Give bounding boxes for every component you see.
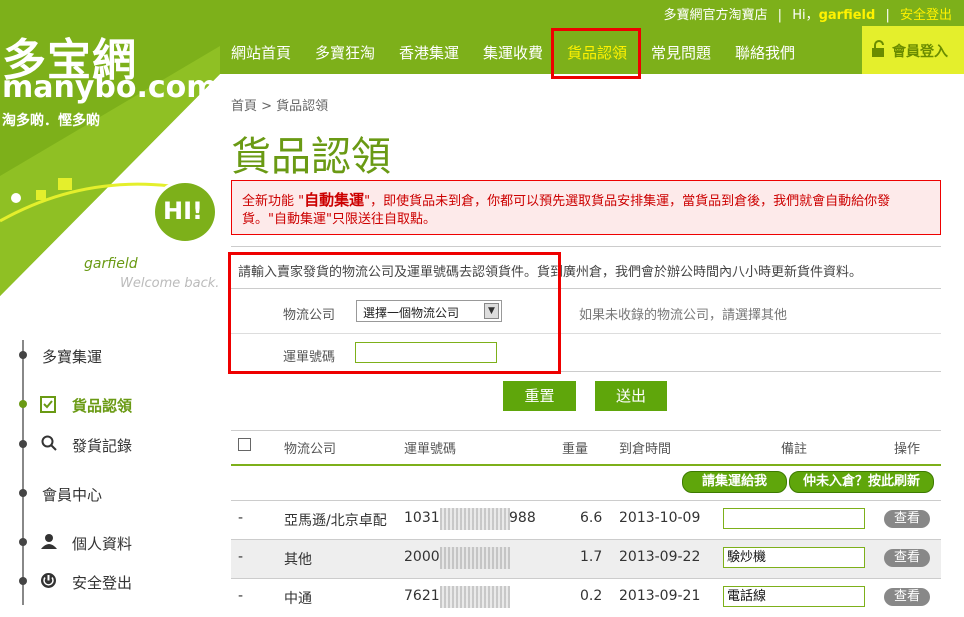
logout-link[interactable]: 安全登出	[900, 8, 952, 23]
slogan: 淘多啲．慳多啲	[2, 113, 100, 129]
page-title: 貨品認領	[231, 134, 391, 180]
taobao-shop-link[interactable]: 多寶網官方淘寶店	[664, 8, 768, 23]
breadcrumb: 首頁 > 貨品認領	[231, 99, 329, 114]
alert-prefix: 全新功能 "	[242, 194, 305, 209]
hi-bubble-text: HI!	[163, 197, 203, 225]
bullet-dot	[19, 400, 27, 408]
redacted-tracking	[440, 586, 510, 608]
member-login-button[interactable]: 會員登入	[862, 26, 964, 74]
courier-hint: 如果未收錄的物流公司，請選擇其他	[579, 308, 788, 323]
sidebar-item-claim[interactable]: 貨品認領	[72, 395, 132, 416]
sidebar-username: garfield	[84, 256, 138, 272]
bullet-dot	[19, 351, 27, 359]
nav-contact[interactable]: 聯絡我們	[735, 42, 795, 63]
search-icon	[41, 435, 57, 451]
reset-button[interactable]: 重置	[503, 381, 576, 411]
row-courier: 亞馬遜/北京卓配	[284, 513, 387, 529]
greeting: Hi，	[792, 8, 819, 23]
nav-shopping[interactable]: 多寶狂淘	[315, 42, 375, 63]
row-tracking-end: 988	[509, 510, 536, 526]
row-courier: 其他	[284, 552, 312, 568]
divider	[231, 246, 941, 247]
divider: |	[777, 8, 783, 23]
view-button[interactable]: 查看	[884, 588, 930, 606]
hi-bubble-icon: HI!	[152, 180, 218, 244]
nav-faq[interactable]: 常見問題	[651, 42, 711, 63]
th-tracking: 運單號碼	[404, 442, 457, 457]
row-dash: -	[238, 549, 244, 565]
bullet-dot	[19, 489, 27, 497]
row-note-input[interactable]	[723, 508, 865, 529]
th-notes: 備註	[781, 442, 808, 457]
sidebar-timeline	[22, 340, 24, 605]
view-button[interactable]: 查看	[884, 510, 930, 528]
refresh-not-arrived-button[interactable]: 仲未入倉？按此刷新	[789, 471, 934, 493]
logo-bottom[interactable]: manybo.com	[2, 70, 218, 105]
nav-highlight-box	[551, 28, 641, 79]
redacted-tracking	[440, 508, 510, 530]
clipboard-check-icon	[40, 396, 56, 413]
alert-box: 全新功能 "自動集運"，即使貨品未到倉，你都可以預先選取貨品安排集運，當貨品到倉…	[231, 180, 941, 235]
user-icon	[41, 534, 57, 549]
row-date: 2013-09-22	[619, 549, 701, 565]
th-courier: 物流公司	[284, 442, 337, 457]
row-tracking-start: 7621	[404, 588, 440, 604]
bullet-dot	[19, 538, 27, 546]
row-weight: 1.7	[580, 549, 603, 565]
row-courier: 中通	[284, 591, 312, 607]
username-link[interactable]: garfield	[819, 8, 876, 23]
nav-fees[interactable]: 集運收費	[483, 42, 543, 63]
sidebar-item-logout[interactable]: 安全登出	[72, 572, 132, 593]
sidebar-item-profile[interactable]: 個人資料	[72, 533, 132, 554]
sidebar-item-logistics[interactable]: 多寶集運	[42, 346, 102, 367]
nav-hk-shipping[interactable]: 香港集運	[399, 42, 459, 63]
top-bar: 多寶網官方淘寶店 | Hi，garfield | 安全登出	[0, 0, 964, 26]
th-weight: 重量	[562, 442, 589, 457]
row-tracking-start: 1031	[404, 510, 440, 526]
divider: |	[885, 8, 890, 23]
alert-bold: 自動集運	[304, 191, 365, 209]
select-all-checkbox[interactable]	[238, 438, 251, 451]
member-login-label: 會員登入	[892, 44, 948, 60]
submit-button[interactable]: 送出	[595, 381, 667, 411]
lock-icon	[872, 40, 884, 57]
ship-to-me-button[interactable]: 請集運給我	[682, 471, 787, 493]
th-action: 操作	[894, 442, 921, 457]
row-date: 2013-10-09	[619, 510, 701, 526]
row-tracking-start: 2000	[404, 549, 440, 565]
nav-home[interactable]: 網站首頁	[231, 42, 291, 63]
view-button[interactable]: 查看	[884, 549, 930, 567]
sidebar-item-member-center[interactable]: 會員中心	[42, 484, 102, 505]
sidebar-item-shipping-records[interactable]: 發貨記錄	[72, 435, 132, 456]
bullet-dot	[19, 440, 27, 448]
row-note-input[interactable]: 電話線	[723, 586, 865, 607]
form-highlight-box	[228, 252, 561, 374]
redacted-tracking	[440, 547, 510, 569]
power-icon	[41, 573, 56, 588]
welcome-text: Welcome back.	[120, 276, 220, 291]
row-dash: -	[238, 510, 244, 526]
th-arrival: 到倉時間	[619, 442, 672, 457]
row-dash: -	[238, 588, 244, 604]
row-note-input[interactable]: 験炒機	[723, 547, 865, 568]
row-weight: 0.2	[580, 588, 603, 604]
row-date: 2013-09-21	[619, 588, 701, 604]
bullet-dot	[19, 577, 27, 585]
row-weight: 6.6	[580, 510, 603, 526]
